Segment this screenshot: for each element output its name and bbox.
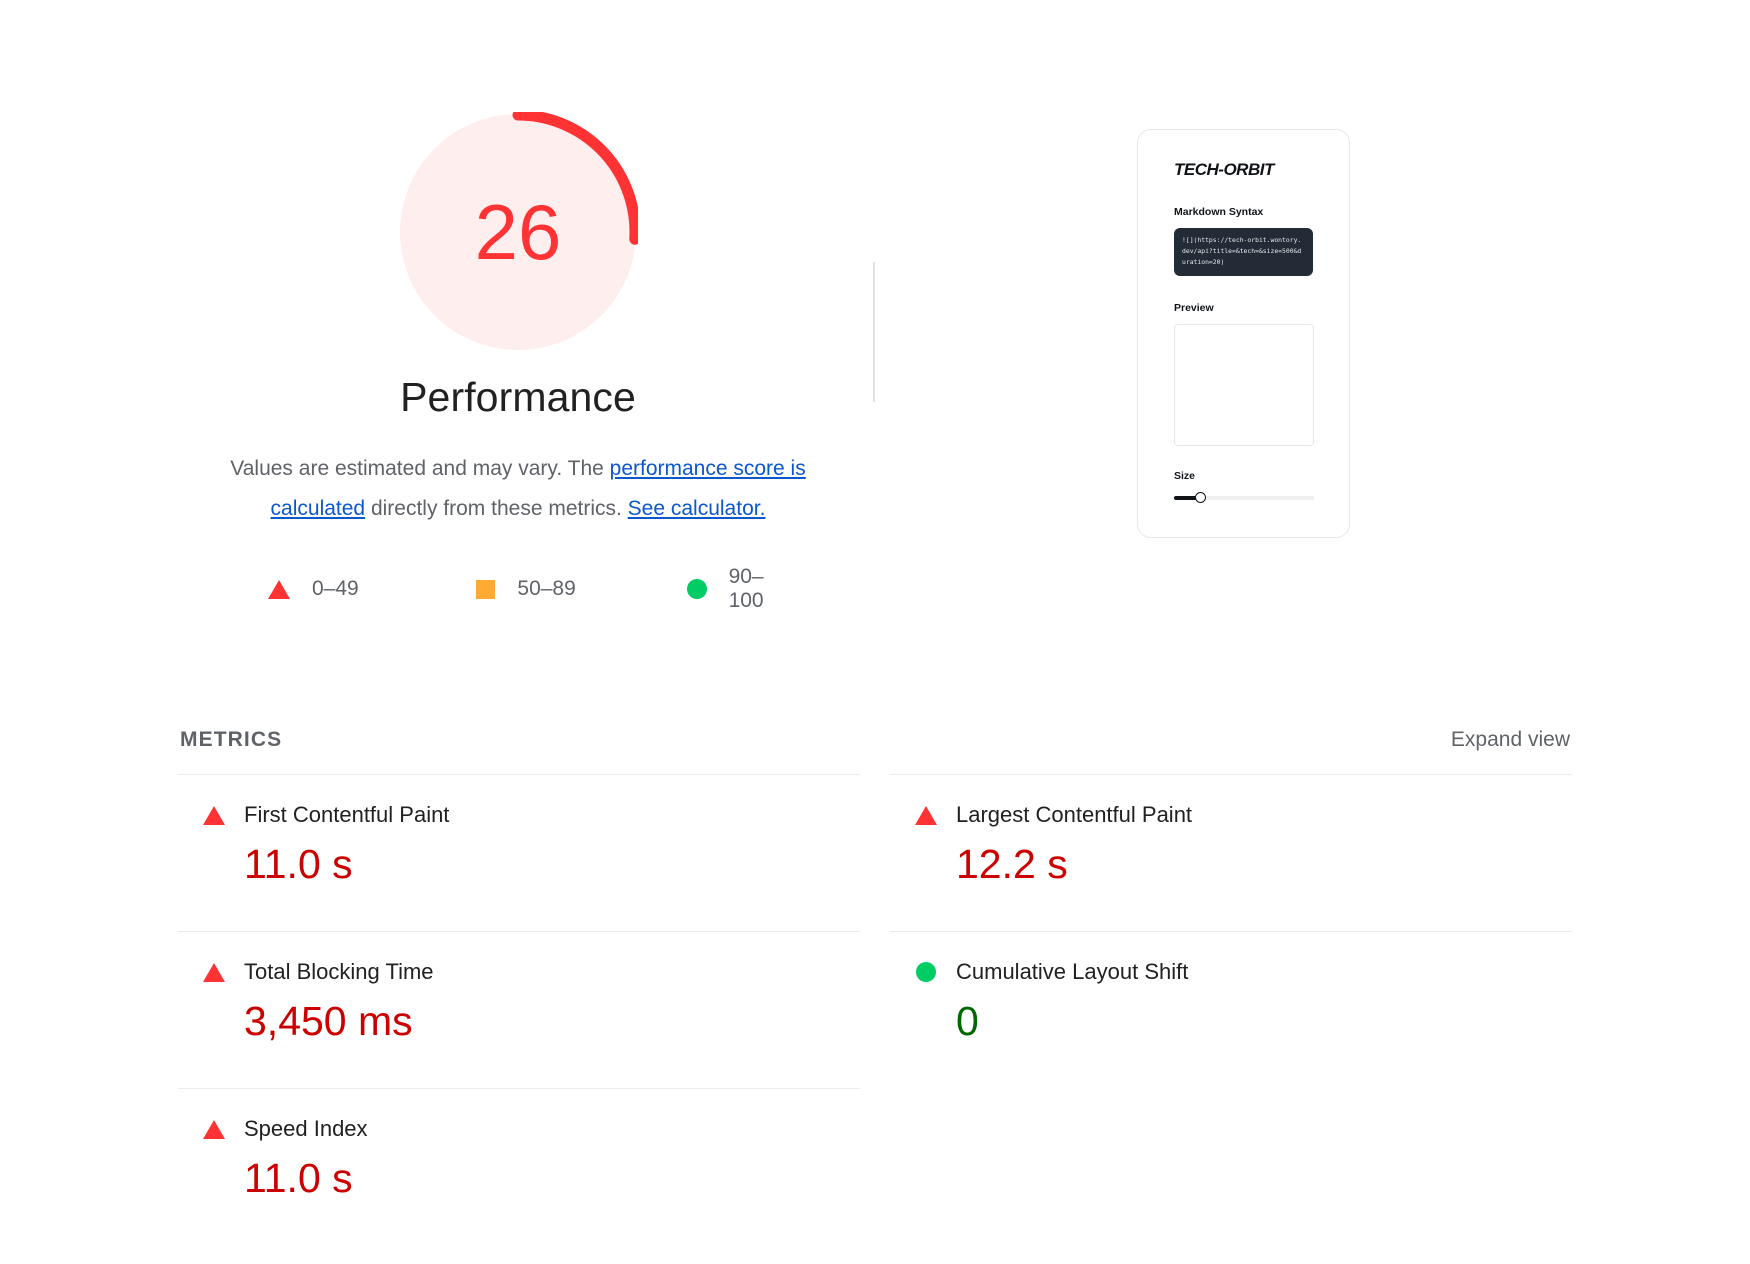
metrics-title: METRICS [180, 728, 283, 751]
legend-label-fail: 0–49 [312, 577, 359, 600]
triangle-icon [202, 962, 226, 982]
circle-icon [914, 962, 938, 982]
legend-item-average: 50–89 [476, 577, 686, 601]
metric-row-total-blocking-time[interactable]: Total Blocking Time 3,450 ms [178, 931, 860, 1088]
brand-logo: TECH-ORBIT [1174, 160, 1274, 179]
metrics-header: METRICS Expand view [178, 728, 1572, 752]
metric-value: 11.0 s [244, 1155, 353, 1201]
metric-head: Speed Index [178, 1116, 860, 1142]
metric-head: Largest Contentful Paint [890, 802, 1572, 828]
description-text-2: directly from these metrics. [365, 497, 628, 520]
metric-label: Cumulative Layout Shift [956, 959, 1189, 984]
metric-row-largest-contentful-paint[interactable]: Largest Contentful Paint 12.2 s [890, 774, 1572, 931]
metric-label: Speed Index [244, 1116, 368, 1141]
score-legend: 0–49 50–89 90–100 [238, 565, 798, 613]
metric-head: Cumulative Layout Shift [890, 959, 1572, 985]
metric-label: Largest Contentful Paint [956, 802, 1193, 827]
score-description: Values are estimated and may vary. The p… [206, 449, 831, 529]
triangle-icon [268, 579, 290, 599]
size-label: Size [1174, 469, 1196, 482]
square-icon [476, 579, 496, 599]
preview-label: Preview [1174, 301, 1214, 314]
preview-image-box [1174, 323, 1314, 446]
score-section: 26 Performance Values are estimated and … [0, 0, 1750, 690]
screenshot-preview-card: TECH-ORBIT Markdown Syntax ![](https://t… [1137, 129, 1350, 538]
metric-row-first-contentful-paint[interactable]: First Contentful Paint 11.0 s [178, 774, 860, 931]
metrics-section: METRICS Expand view First Contentful Pai… [178, 728, 1572, 1245]
slider-thumb[interactable] [1195, 491, 1206, 503]
metric-value: 0 [956, 998, 979, 1044]
page-title: Performance [400, 374, 636, 420]
description-text-1: Values are estimated and may vary. The [230, 457, 610, 480]
legend-item-fail: 0–49 [268, 577, 476, 601]
gauge-score-value: 26 [474, 188, 562, 276]
metric-label: First Contentful Paint [244, 802, 450, 827]
metric-head: Total Blocking Time [178, 959, 860, 985]
performance-gauge[interactable]: 26 [398, 112, 638, 352]
metric-value: 3,450 ms [244, 998, 413, 1044]
expand-view-button[interactable]: Expand view [1451, 728, 1570, 752]
triangle-icon [914, 805, 938, 825]
metric-value: 11.0 s [244, 841, 353, 887]
triangle-icon [202, 1119, 226, 1139]
metric-row-speed-index[interactable]: Speed Index 11.0 s [178, 1088, 860, 1245]
legend-label-average: 50–89 [517, 577, 576, 600]
legend-label-pass: 90–100 [728, 565, 764, 612]
circle-icon [686, 579, 707, 599]
performance-score-column: 26 Performance Values are estimated and … [178, 0, 858, 613]
markdown-syntax-label: Markdown Syntax [1174, 206, 1264, 218]
metrics-grid: First Contentful Paint 11.0 s Largest Co… [178, 774, 1572, 1245]
metric-row-empty [890, 1088, 1572, 1245]
markdown-code-block[interactable]: ![](https://tech-orbit.wontory.dev/api?t… [1174, 228, 1313, 276]
metric-label: Total Blocking Time [244, 959, 434, 984]
metric-head: First Contentful Paint [178, 802, 860, 828]
metric-value: 12.2 s [956, 841, 1068, 887]
see-calculator-link[interactable]: See calculator. [628, 497, 766, 520]
legend-item-pass: 90–100 [686, 565, 798, 613]
triangle-icon [202, 805, 226, 825]
vertical-divider [873, 262, 875, 402]
size-slider[interactable] [1174, 491, 1314, 505]
metric-row-cumulative-layout-shift[interactable]: Cumulative Layout Shift 0 [890, 931, 1572, 1088]
